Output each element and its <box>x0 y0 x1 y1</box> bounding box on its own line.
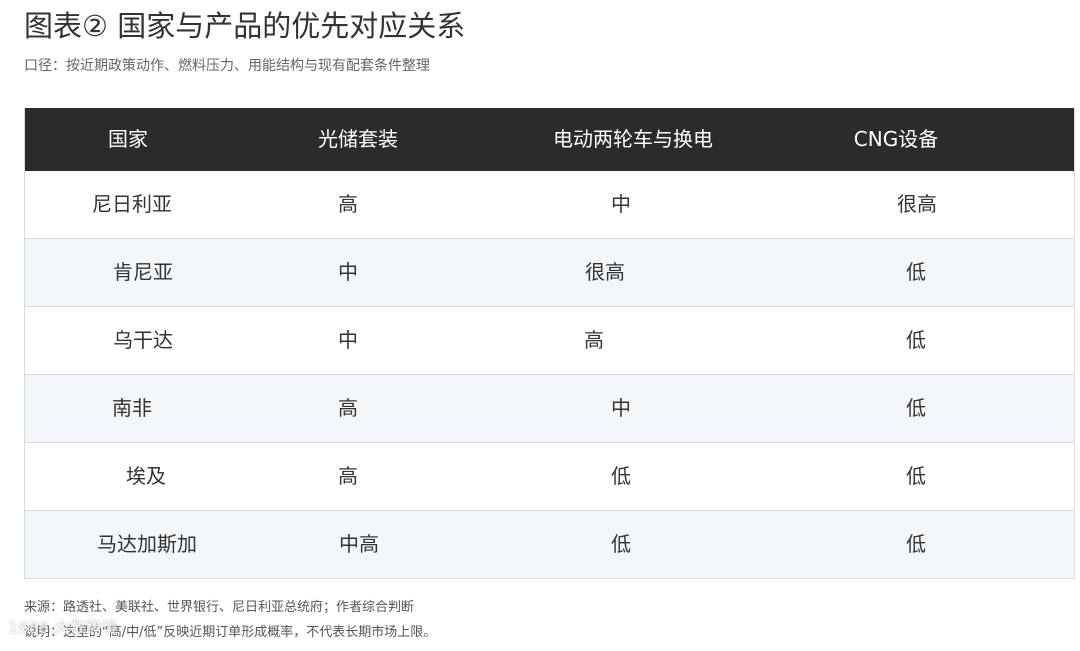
cell-country: 南非 <box>112 396 152 420</box>
cell-solar-storage: 中高 <box>339 532 379 556</box>
cell-cng-equipment: 低 <box>906 260 926 284</box>
cell-ev-two-wheeler: 低 <box>611 464 631 488</box>
table-header: 国家 光储套装 电动两轮车与换电 CNG设备 <box>25 108 1074 171</box>
cell-cng-equipment: 低 <box>906 328 926 352</box>
cell-ev-two-wheeler: 低 <box>611 532 631 556</box>
header-solar-storage: 光储套装 <box>318 127 398 151</box>
header-cng-equipment: CNG设备 <box>853 127 939 151</box>
cell-country: 肯尼亚 <box>113 260 173 284</box>
cell-cng-equipment: 低 <box>906 532 926 556</box>
table-row: 乌干达 中 高 低 <box>25 307 1074 375</box>
cell-country: 尼日利亚 <box>92 192 172 216</box>
chart-title: 图表② 国家与产品的优先对应关系 <box>24 9 466 43</box>
cell-cng-equipment: 低 <box>906 396 926 420</box>
table-row: 尼日利亚 高 中 很高 <box>25 171 1074 239</box>
cell-country: 马达加斯加 <box>97 532 197 556</box>
chart-subtitle: 口径：按近期政策动作、燃料压力、用能结构与现有配套条件整理 <box>24 58 430 74</box>
cell-country: 乌干达 <box>113 328 173 352</box>
cell-solar-storage: 中 <box>338 260 358 284</box>
cell-solar-storage: 高 <box>338 396 358 420</box>
cell-ev-two-wheeler: 高 <box>584 328 604 352</box>
cell-country: 埃及 <box>126 464 166 488</box>
cell-solar-storage: 中 <box>338 328 358 352</box>
table-row: 肯尼亚 中 很高 低 <box>25 239 1074 307</box>
cell-solar-storage: 高 <box>338 192 358 216</box>
cell-cng-equipment: 很高 <box>897 192 937 216</box>
cell-solar-storage: 高 <box>338 464 358 488</box>
cell-ev-two-wheeler: 中 <box>611 396 631 420</box>
source-note: 来源：路透社、美联社、世界银行、尼日利亚总统府；作者综合判断 <box>24 600 415 615</box>
table-row: 马达加斯加 中高 低 低 <box>25 511 1074 578</box>
table-row: 南非 高 中 低 <box>25 375 1074 443</box>
header-ev-two-wheeler: 电动两轮车与换电 <box>553 127 713 151</box>
cell-cng-equipment: 低 <box>906 464 926 488</box>
table-row: 埃及 高 低 低 <box>25 443 1074 511</box>
header-country: 国家 <box>108 127 148 151</box>
explanation-note: 说明：这里的“高/中/低”反映近期订单形成概率，不代表长期市场上限。 <box>24 625 437 640</box>
cell-ev-two-wheeler: 中 <box>611 192 631 216</box>
priority-table: 国家 光储套装 电动两轮车与换电 CNG设备 尼日利亚 高 中 很高 肯尼亚 中… <box>24 108 1075 579</box>
cell-ev-two-wheeler: 很高 <box>585 260 625 284</box>
